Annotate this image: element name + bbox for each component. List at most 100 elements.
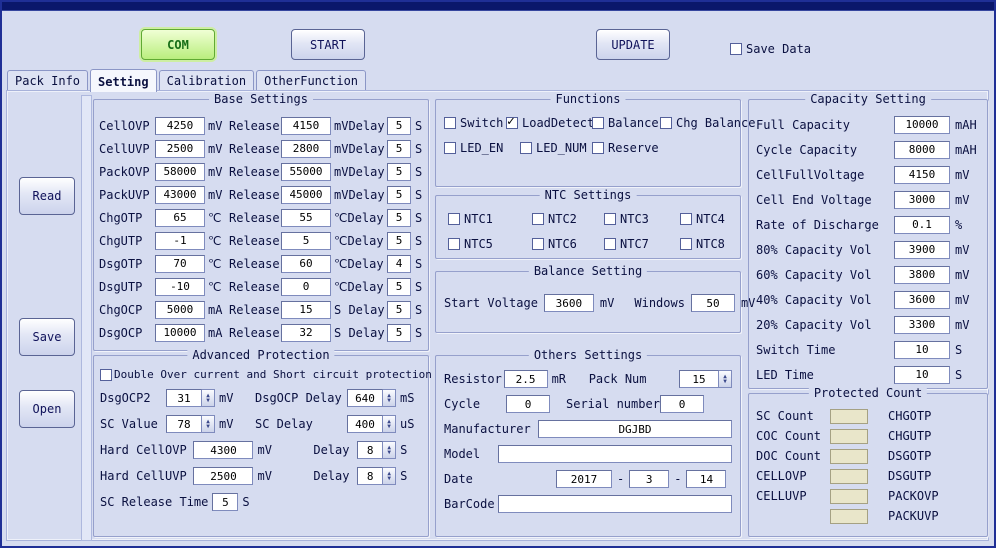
dsgocp-delay-input[interactable] [347, 389, 383, 407]
ntc-checkbox[interactable]: NTC1 [448, 212, 532, 226]
capacity-input[interactable] [894, 366, 950, 384]
open-button[interactable]: Open [19, 390, 75, 428]
param-value-input[interactable] [155, 255, 205, 273]
release-value-input[interactable] [281, 140, 331, 158]
date-month-input[interactable] [629, 470, 669, 488]
param-value-input[interactable] [155, 232, 205, 250]
resistor-input[interactable] [504, 370, 548, 388]
param-value-input[interactable] [155, 301, 205, 319]
update-button[interactable]: UPDATE [596, 29, 670, 60]
checkbox-box[interactable] [660, 117, 672, 129]
release-value-input[interactable] [281, 163, 331, 181]
ntc-checkbox[interactable]: NTC5 [448, 237, 532, 251]
dsgocp2-input[interactable] [166, 389, 202, 407]
checkbox-box[interactable] [506, 117, 518, 129]
tab[interactable]: Pack Info [7, 70, 88, 91]
checkbox-box[interactable] [520, 142, 532, 154]
ntc-checkbox[interactable]: NTC8 [680, 237, 740, 251]
read-button[interactable]: Read [19, 177, 75, 215]
checkbox-box[interactable] [532, 238, 544, 250]
sc-release-input[interactable] [212, 493, 238, 511]
spinner-buttons[interactable]: ▲▼ [383, 441, 396, 459]
checkbox-box[interactable] [448, 238, 460, 250]
function-checkbox[interactable]: LED_EN [444, 141, 520, 155]
delay-value-input[interactable] [387, 140, 411, 158]
capacity-input[interactable] [894, 191, 950, 209]
vertical-scrollbar[interactable] [81, 95, 92, 541]
manufacturer-input[interactable] [538, 420, 732, 438]
hard-celluvp-input[interactable] [193, 467, 253, 485]
tab[interactable]: Setting [90, 69, 157, 92]
capacity-input[interactable] [894, 341, 950, 359]
release-value-input[interactable] [281, 232, 331, 250]
start-voltage-input[interactable] [544, 294, 594, 312]
windows-input[interactable] [691, 294, 735, 312]
release-value-input[interactable] [281, 117, 331, 135]
capacity-input[interactable] [894, 316, 950, 334]
release-value-input[interactable] [281, 324, 331, 342]
function-checkbox[interactable]: LoadDetect [506, 116, 592, 130]
sc-value-input[interactable] [166, 415, 202, 433]
spinner-buttons[interactable]: ▲▼ [383, 467, 396, 485]
ntc-checkbox[interactable]: NTC7 [604, 237, 680, 251]
delay-value-input[interactable] [387, 163, 411, 181]
delay-value-input[interactable] [387, 301, 411, 319]
double-protection-checkbox[interactable]: Double Over current and Short circuit pr… [100, 368, 422, 381]
tab[interactable]: OtherFunction [256, 70, 366, 91]
checkbox-box[interactable] [448, 213, 460, 225]
capacity-input[interactable] [894, 266, 950, 284]
function-checkbox[interactable]: Switch [444, 116, 506, 130]
param-value-input[interactable] [155, 209, 205, 227]
checkbox-box[interactable] [532, 213, 544, 225]
delay-value-input[interactable] [387, 117, 411, 135]
save-data-checkbox[interactable]: Save Data [730, 42, 811, 56]
checkbox-box[interactable] [100, 369, 112, 381]
param-value-input[interactable] [155, 324, 205, 342]
capacity-input[interactable] [894, 241, 950, 259]
param-value-input[interactable] [155, 186, 205, 204]
release-value-input[interactable] [281, 301, 331, 319]
hard-cellovp-delay-input[interactable] [357, 441, 383, 459]
capacity-input[interactable] [894, 141, 950, 159]
date-year-input[interactable] [556, 470, 612, 488]
checkbox-box[interactable] [680, 238, 692, 250]
spinner-buttons[interactable]: ▲▼ [202, 415, 215, 433]
barcode-input[interactable] [498, 495, 732, 513]
ntc-checkbox[interactable]: NTC6 [532, 237, 604, 251]
pack-num-input[interactable] [679, 370, 719, 388]
param-value-input[interactable] [155, 278, 205, 296]
titlebar[interactable] [2, 2, 994, 11]
hard-celluvp-delay-input[interactable] [357, 467, 383, 485]
checkbox-box[interactable] [604, 213, 616, 225]
function-checkbox[interactable]: Reserve [592, 141, 699, 155]
release-value-input[interactable] [281, 255, 331, 273]
serial-number-input[interactable] [660, 395, 704, 413]
checkbox-box[interactable] [680, 213, 692, 225]
save-button[interactable]: Save [19, 318, 75, 356]
ntc-checkbox[interactable]: NTC4 [680, 212, 740, 226]
function-checkbox[interactable]: Balance [592, 116, 660, 130]
spinner-buttons[interactable]: ▲▼ [719, 370, 732, 388]
capacity-input[interactable] [894, 166, 950, 184]
capacity-input[interactable] [894, 116, 950, 134]
spinner-buttons[interactable]: ▲▼ [202, 389, 215, 407]
checkbox-box[interactable] [592, 117, 604, 129]
checkbox-box[interactable] [444, 142, 456, 154]
checkbox-box[interactable] [592, 142, 604, 154]
tab[interactable]: Calibration [159, 70, 254, 91]
model-input[interactable] [498, 445, 732, 463]
spinner-buttons[interactable]: ▲▼ [383, 415, 396, 433]
function-checkbox[interactable]: LED_NUM [520, 141, 592, 155]
delay-value-input[interactable] [387, 232, 411, 250]
delay-value-input[interactable] [387, 255, 411, 273]
delay-value-input[interactable] [387, 324, 411, 342]
function-checkbox[interactable]: Chg Balance [660, 116, 755, 130]
checkbox-box[interactable] [730, 43, 742, 55]
start-button[interactable]: START [291, 29, 365, 60]
date-day-input[interactable] [686, 470, 726, 488]
param-value-input[interactable] [155, 140, 205, 158]
sc-delay-input[interactable] [347, 415, 383, 433]
spinner-buttons[interactable]: ▲▼ [383, 389, 396, 407]
checkbox-box[interactable] [604, 238, 616, 250]
ntc-checkbox[interactable]: NTC2 [532, 212, 604, 226]
